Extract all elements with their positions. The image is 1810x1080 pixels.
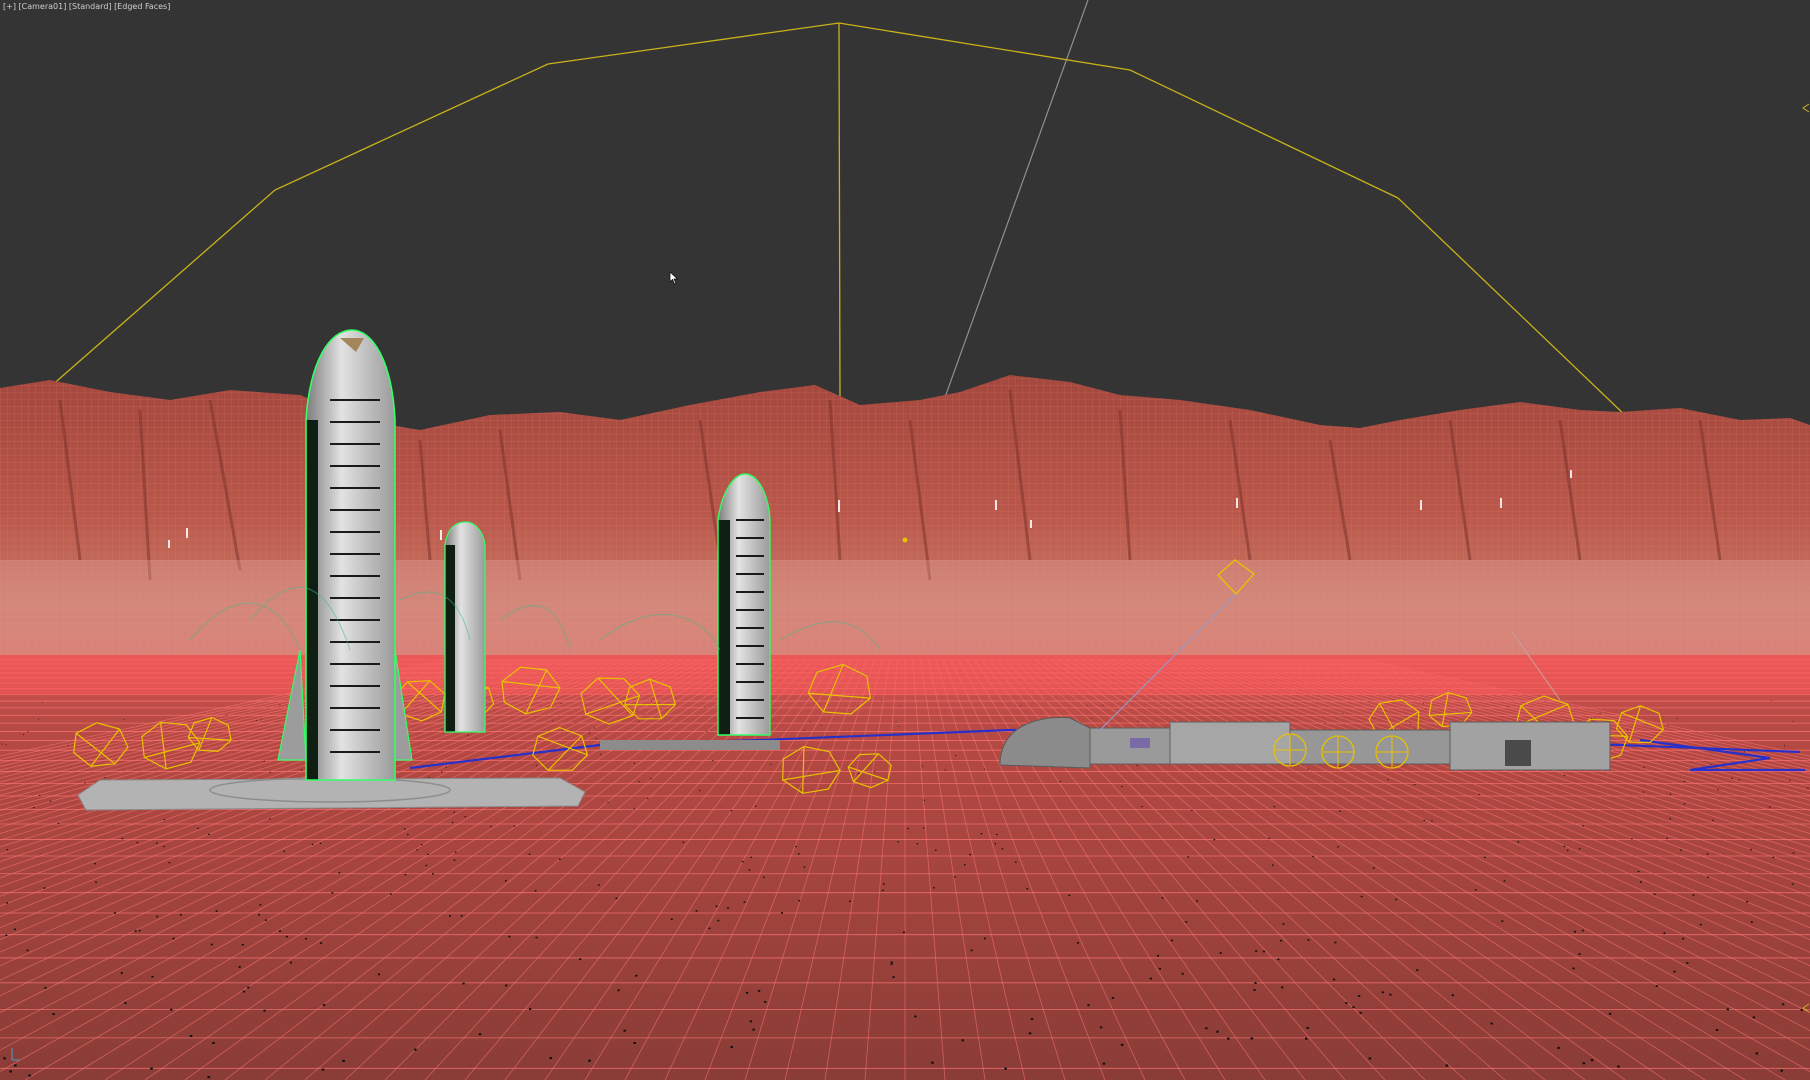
viewport-general-menu[interactable]: [+] xyxy=(3,2,16,11)
cursor-arrow-icon xyxy=(669,271,679,285)
camera-viewport[interactable]: [+] [Camera01] [Standard] [Edged Faces] xyxy=(0,0,1810,1080)
viewport-label-menu: [+] [Camera01] [Standard] [Edged Faces] xyxy=(3,2,170,11)
scene-render[interactable] xyxy=(0,0,1810,1080)
light-source-point[interactable] xyxy=(902,537,908,543)
viewport-shading-menu[interactable]: [Standard] xyxy=(69,2,112,11)
rocket-medium-right[interactable] xyxy=(717,473,771,736)
viewport-pov-menu[interactable]: [Camera01] xyxy=(19,2,67,11)
viewport-display-mode-menu[interactable]: [Edged Faces] xyxy=(114,2,170,11)
ground-grid xyxy=(0,655,1810,1080)
rocket-small-middle[interactable] xyxy=(444,521,486,733)
